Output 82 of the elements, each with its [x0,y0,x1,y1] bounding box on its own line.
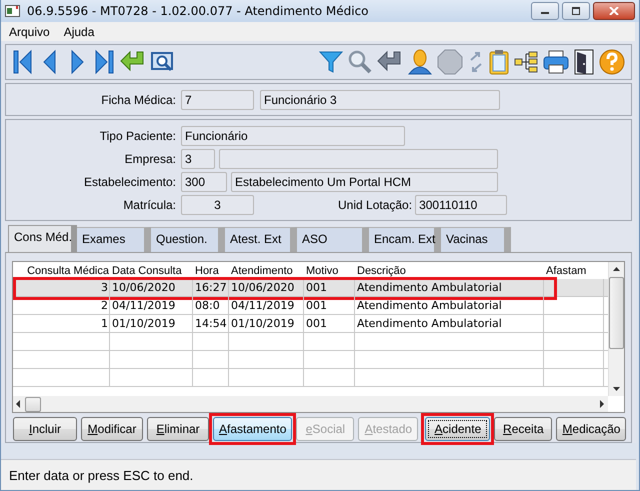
return-arrow-icon[interactable] [120,50,146,74]
tree-icon[interactable] [514,51,538,73]
scroll-thumb[interactable] [25,396,41,412]
table-cell: 001 [304,315,355,332]
action-button[interactable]: Acidente [425,417,490,441]
app-icon[interactable] [5,4,21,18]
table-row[interactable]: 2 04/11/2019 08:0 04/11/2019 001 Atendimento Ambulatorial [13,297,608,315]
maximize-button[interactable] [562,2,590,20]
tab[interactable]: Exames [77,227,151,252]
column-header[interactable]: Data Consulta [110,262,193,279]
field-label: Matrícula: [122,198,177,212]
table-cell: 001 [304,297,355,314]
table-cell: 16:27 [193,279,229,296]
close-icon [609,7,619,15]
input-field[interactable]: 300 [181,172,227,192]
return-arrow-icon[interactable] [377,50,403,74]
action-button[interactable]: Eliminar [147,417,209,441]
action-button[interactable]: Receita [494,417,552,441]
tab[interactable]: Vacinas [441,227,511,252]
scroll-thumb[interactable] [609,277,624,349]
status-text: Enter data or press ESC to end. [1,459,636,490]
action-button[interactable]: Incluir [13,417,77,441]
column-header[interactable]: Descrição [355,262,544,279]
field-label: Unid Lotação: [338,198,412,212]
filter-icon[interactable] [319,50,343,74]
close-button[interactable] [593,2,635,20]
table-cell: Atendimento Ambulatorial [355,315,544,332]
table-cell: 001 [304,279,355,296]
last-icon[interactable] [93,49,115,75]
table-cell: 3 [13,279,110,296]
table-cell: 01/10/2019 [229,315,304,332]
field-label: Tipo Paciente: [98,128,177,142]
input-field[interactable]: 3 [181,148,215,168]
first-icon[interactable] [12,49,34,75]
table-cell: 1 [13,315,110,332]
table-cell: 04/11/2019 [110,297,193,314]
column-header[interactable]: Afastam [544,262,604,279]
action-button[interactable]: Modificar [81,417,143,441]
input-field[interactable]: 300110110 [415,194,508,214]
printer-icon[interactable] [543,50,569,74]
input-field[interactable]: Funcionário [181,126,405,146]
clipboard-icon[interactable] [489,49,509,75]
table-cell: 10/06/2020 [229,279,304,296]
table-row[interactable]: 3 10/06/2020 16:27 10/06/2020 001 Atendimento Ambulatorial [13,279,608,297]
field-label: Estabelecimento: [82,174,177,188]
input-field[interactable]: Funcionário 3 [260,90,500,110]
table-cell: Atendimento Ambulatorial [355,279,544,296]
input-field[interactable]: 3 [181,194,254,214]
table-cell: 04/11/2019 [229,297,304,314]
table-cell: 10/06/2020 [110,279,193,296]
minimize-button[interactable] [531,2,559,20]
help-icon[interactable] [599,49,625,75]
tab[interactable]: Encam. Ext [369,227,441,252]
menu-item[interactable]: Arquivo [9,24,50,38]
tab[interactable]: Question. [151,227,225,252]
person-icon[interactable] [408,49,432,75]
table-cell: 08:0 [193,297,229,314]
column-header[interactable]: Consulta Médica [13,262,110,279]
window-title: 06.9.5596 - MT0728 - 1.02.00.077 - Atendimento Médico [27,4,370,18]
door-icon[interactable] [574,49,594,75]
tab[interactable]: Cons Méd. [8,225,77,252]
action-button[interactable]: Afastamento [213,417,292,441]
column-header[interactable]: Atendimento [229,262,304,279]
column-header[interactable]: Motivo [304,262,355,279]
tab[interactable]: Atest. Ext [225,227,297,252]
table-row[interactable]: 1 01/10/2019 14:54 01/10/2019 001 Atendimento Ambulatorial [13,315,608,333]
field-label: Empresa: [124,152,177,166]
menu-item[interactable]: Ajuda [64,24,94,38]
table-cell: 14:54 [193,315,229,332]
action-button[interactable]: Medicação [556,417,626,441]
input-field[interactable] [219,148,498,168]
input-field[interactable]: Estabelecimento Um Portal HCM [231,172,498,192]
input-field[interactable]: 7 [181,90,254,110]
maximize-icon [571,7,581,15]
table-cell: 2 [13,297,110,314]
search-icon[interactable] [348,50,372,74]
table-cell: Atendimento Ambulatorial [355,297,544,314]
field-label: Ficha Médica: [100,92,177,106]
preview-icon[interactable] [151,51,175,73]
table-cell: 01/10/2019 [110,315,193,332]
tab[interactable]: ASO [297,227,369,252]
column-header[interactable]: Hora [193,262,229,279]
